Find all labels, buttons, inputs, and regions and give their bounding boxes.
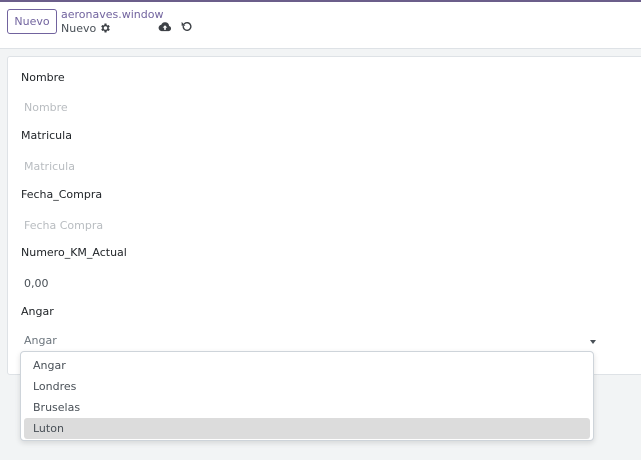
fecha-compra-field[interactable]	[21, 216, 596, 234]
numero-km-label: Numero_KM_Actual	[21, 246, 127, 259]
gear-icon[interactable]	[99, 22, 111, 34]
record-name: Nuevo	[61, 22, 97, 35]
dropdown-option-bruselas[interactable]: Bruselas	[24, 397, 590, 418]
angar-selected-value: Angar	[24, 334, 57, 347]
angar-select[interactable]: Angar	[21, 334, 596, 350]
control-panel: Nuevo aeronaves.window Nuevo	[0, 2, 641, 49]
angar-dropdown: Angar Londres Bruselas Luton	[20, 351, 594, 441]
nombre-field[interactable]	[21, 98, 596, 116]
numero-km-field[interactable]	[21, 274, 596, 292]
new-button[interactable]: Nuevo	[7, 9, 57, 34]
matricula-label: Matricula	[21, 129, 72, 142]
cloud-upload-icon[interactable]	[158, 21, 172, 33]
matricula-field[interactable]	[21, 157, 596, 175]
form-sheet: Nombre Matricula Fecha_Compra Numero_KM_…	[7, 56, 641, 375]
dropdown-option-londres[interactable]: Londres	[24, 376, 590, 397]
fecha-compra-label: Fecha_Compra	[21, 188, 103, 201]
undo-icon[interactable]	[180, 20, 193, 33]
dropdown-option-luton[interactable]: Luton	[24, 418, 590, 439]
angar-label: Angar	[21, 305, 54, 318]
breadcrumb-link[interactable]: aeronaves.window	[61, 8, 163, 21]
chevron-down-icon	[590, 340, 596, 344]
dropdown-option-angar[interactable]: Angar	[24, 355, 590, 376]
nombre-label: Nombre	[21, 71, 65, 84]
